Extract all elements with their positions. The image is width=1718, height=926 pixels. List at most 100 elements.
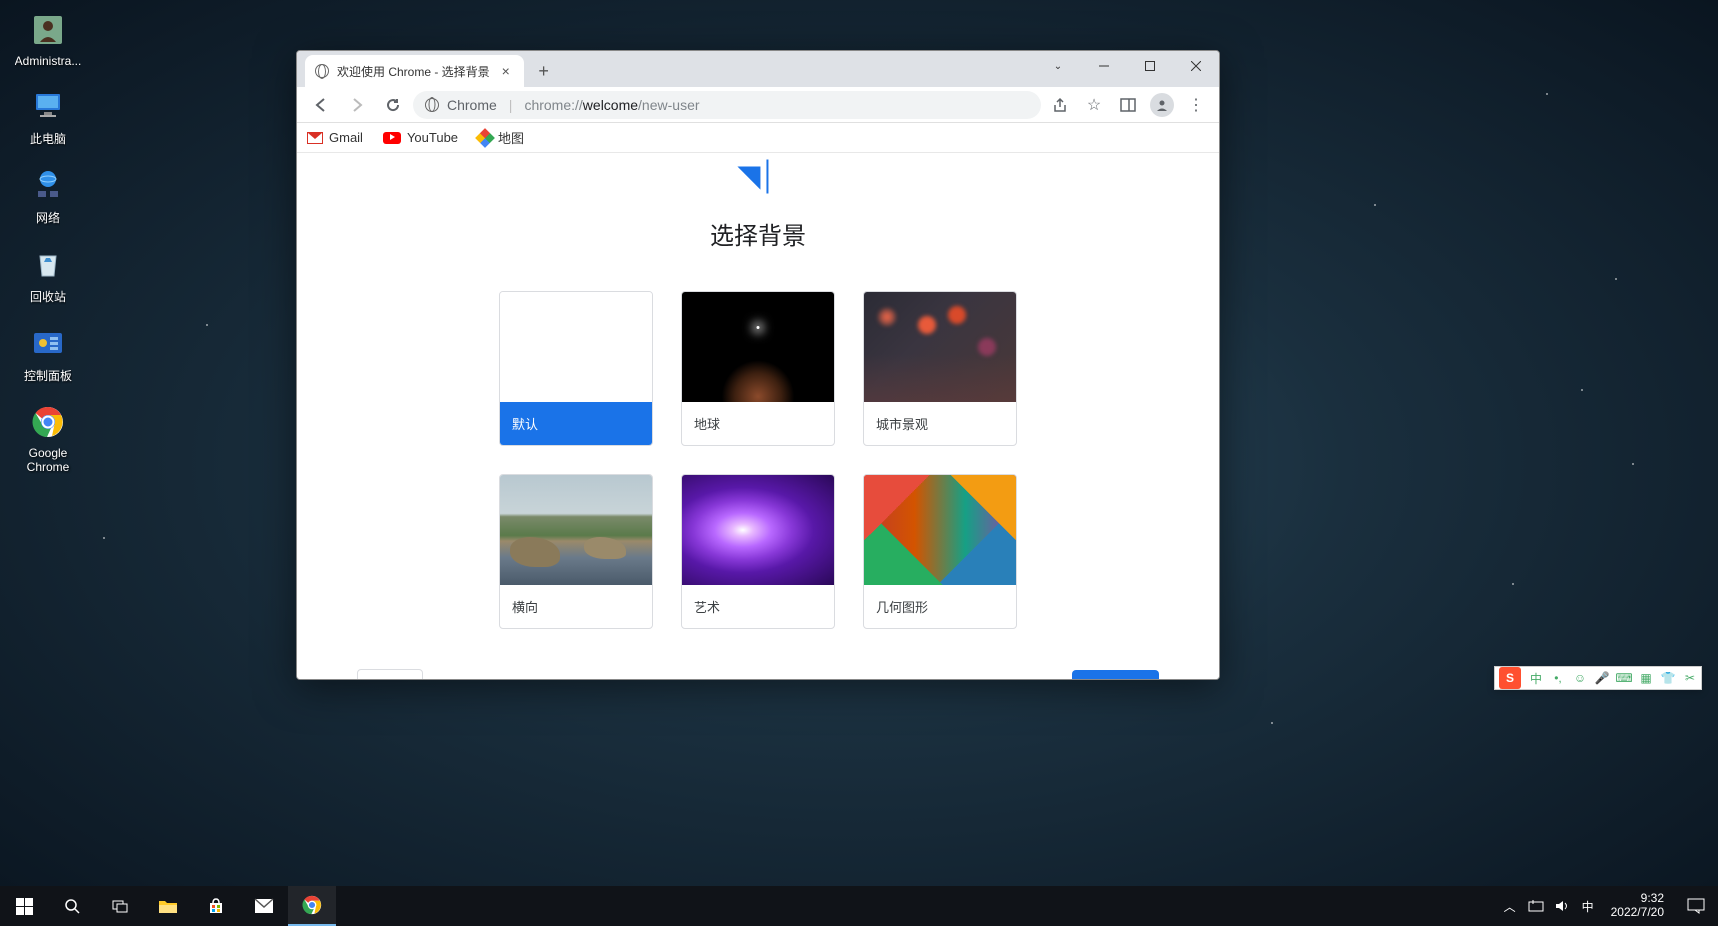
card-label: 几何图形: [864, 585, 1016, 628]
address-bar: Chrome | chrome://welcome/new-user ☆ ⋮: [297, 87, 1219, 123]
ime-emoji-icon[interactable]: ☺: [1569, 667, 1591, 689]
background-card-default[interactable]: 默认: [499, 291, 653, 446]
bookmark-youtube[interactable]: YouTube: [383, 130, 458, 145]
taskbar-mail[interactable]: [240, 886, 288, 926]
notifications-button[interactable]: [1674, 886, 1718, 926]
tray-time: 9:32: [1611, 892, 1664, 906]
icon-label: Google Chrome: [10, 446, 86, 474]
url-text: chrome://welcome/new-user: [524, 97, 699, 113]
taskbar-file-explorer[interactable]: [144, 886, 192, 926]
desktop-icon-control-panel[interactable]: 控制面板: [10, 323, 86, 384]
tray-overflow-icon[interactable]: ︿: [1497, 886, 1523, 926]
new-tab-button[interactable]: +: [530, 57, 558, 85]
desktop-icons: Administra... 此电脑 网络 回收站 控制面板 Google Chr…: [10, 10, 86, 474]
site-info-icon[interactable]: [425, 98, 439, 112]
toolbar-right: ☆ ⋮: [1045, 90, 1211, 120]
system-tray: ︿ 中 9:32 2022/7/20: [1497, 886, 1718, 926]
youtube-icon: [383, 132, 401, 144]
taskbar-left: [0, 886, 336, 926]
window-controls: ⌄: [1035, 51, 1219, 81]
control-panel-icon: [28, 323, 68, 363]
tray-input-icon[interactable]: [1523, 886, 1549, 926]
tab-close-icon[interactable]: ×: [498, 63, 514, 79]
omnibox[interactable]: Chrome | chrome://welcome/new-user: [413, 91, 1041, 119]
profile-icon: [1150, 93, 1174, 117]
tray-clock[interactable]: 9:32 2022/7/20: [1601, 892, 1674, 920]
chrome-titlebar[interactable]: 欢迎使用 Chrome - 选择背景 × + ⌄: [297, 51, 1219, 87]
footer-row: 跳过 下一步›: [327, 629, 1189, 679]
back-button[interactable]: [305, 90, 337, 120]
tray-lang[interactable]: 中: [1575, 886, 1601, 926]
task-view-button[interactable]: [96, 886, 144, 926]
background-card-landscape[interactable]: 横向: [499, 474, 653, 629]
chrome-window: 欢迎使用 Chrome - 选择背景 × + ⌄ Chrome | chrome…: [296, 50, 1220, 680]
windows-icon: [16, 898, 33, 915]
gmail-icon: [307, 132, 323, 144]
browser-tab[interactable]: 欢迎使用 Chrome - 选择背景 ×: [305, 55, 524, 87]
page-heading: 选择背景: [327, 216, 1189, 251]
thumbnail-city: [864, 292, 1016, 402]
maps-icon: [475, 128, 495, 148]
thumbnail-landscape: [500, 475, 652, 585]
tray-volume-icon[interactable]: [1549, 886, 1575, 926]
ime-keyboard-icon[interactable]: ⌨: [1613, 667, 1635, 689]
background-card-earth[interactable]: 地球: [681, 291, 835, 446]
thumbnail-default: [500, 292, 652, 402]
tab-title: 欢迎使用 Chrome - 选择背景: [337, 63, 490, 80]
taskbar-store[interactable]: [192, 886, 240, 926]
minimize-button[interactable]: [1081, 51, 1127, 81]
profile-button[interactable]: [1147, 90, 1177, 120]
background-card-geometric[interactable]: 几何图形: [863, 474, 1017, 629]
chrome-menu-icon[interactable]: ⋮: [1181, 90, 1211, 120]
bookmark-star-icon[interactable]: ☆: [1079, 90, 1109, 120]
tray-date: 2022/7/20: [1611, 906, 1664, 920]
card-label: 默认: [500, 402, 652, 445]
icon-label: 回收站: [30, 288, 66, 305]
close-button[interactable]: [1173, 51, 1219, 81]
desktop-icon-this-pc[interactable]: 此电脑: [10, 86, 86, 147]
forward-button[interactable]: [341, 90, 373, 120]
ime-skin-icon[interactable]: 👕: [1657, 667, 1679, 689]
ime-logo-icon[interactable]: S: [1499, 667, 1521, 689]
network-icon: [28, 165, 68, 205]
desktop-icon-recycle-bin[interactable]: 回收站: [10, 244, 86, 305]
ime-lang[interactable]: 中: [1525, 667, 1547, 689]
skip-button[interactable]: 跳过: [357, 669, 423, 679]
icon-label: 控制面板: [24, 367, 72, 384]
share-icon[interactable]: [1045, 90, 1075, 120]
bookmark-gmail[interactable]: Gmail: [307, 130, 363, 145]
tabs-area: 欢迎使用 Chrome - 选择背景 × +: [297, 51, 558, 87]
ime-grid-icon[interactable]: ▦: [1635, 667, 1657, 689]
ime-punct[interactable]: •,: [1547, 667, 1569, 689]
icon-label: 此电脑: [30, 130, 66, 147]
globe-icon: [315, 64, 329, 78]
card-label: 艺术: [682, 585, 834, 628]
tab-search-button[interactable]: ⌄: [1035, 51, 1081, 81]
card-label: 横向: [500, 585, 652, 628]
search-button[interactable]: [48, 886, 96, 926]
icon-label: 网络: [36, 209, 60, 226]
thumbnail-art: [682, 475, 834, 585]
desktop-icon-network[interactable]: 网络: [10, 165, 86, 226]
thumbnail-earth: [682, 292, 834, 402]
taskbar-chrome[interactable]: [288, 886, 336, 926]
next-button[interactable]: 下一步›: [1072, 670, 1159, 679]
computer-icon: [28, 86, 68, 126]
ime-toolbar[interactable]: S 中 •, ☺ 🎤 ⌨ ▦ 👕 ✂: [1494, 666, 1702, 690]
page-content[interactable]: ◥│ 选择背景 默认 地球 城市景观: [297, 153, 1219, 679]
background-grid: 默认 地球 城市景观 横向: [327, 291, 1189, 629]
header-glyph-icon: ◥│: [327, 159, 1189, 192]
card-label: 地球: [682, 402, 834, 445]
taskbar: ︿ 中 9:32 2022/7/20: [0, 886, 1718, 926]
bookmark-maps[interactable]: 地图: [478, 128, 524, 147]
background-card-cityscape[interactable]: 城市景观: [863, 291, 1017, 446]
ime-voice-icon[interactable]: 🎤: [1591, 667, 1613, 689]
start-button[interactable]: [0, 886, 48, 926]
desktop-icon-administrator[interactable]: Administra...: [10, 10, 86, 68]
side-panel-icon[interactable]: [1113, 90, 1143, 120]
background-card-art[interactable]: 艺术: [681, 474, 835, 629]
reload-button[interactable]: [377, 90, 409, 120]
ime-tool-icon[interactable]: ✂: [1679, 667, 1701, 689]
maximize-button[interactable]: [1127, 51, 1173, 81]
desktop-icon-chrome[interactable]: Google Chrome: [10, 402, 86, 474]
